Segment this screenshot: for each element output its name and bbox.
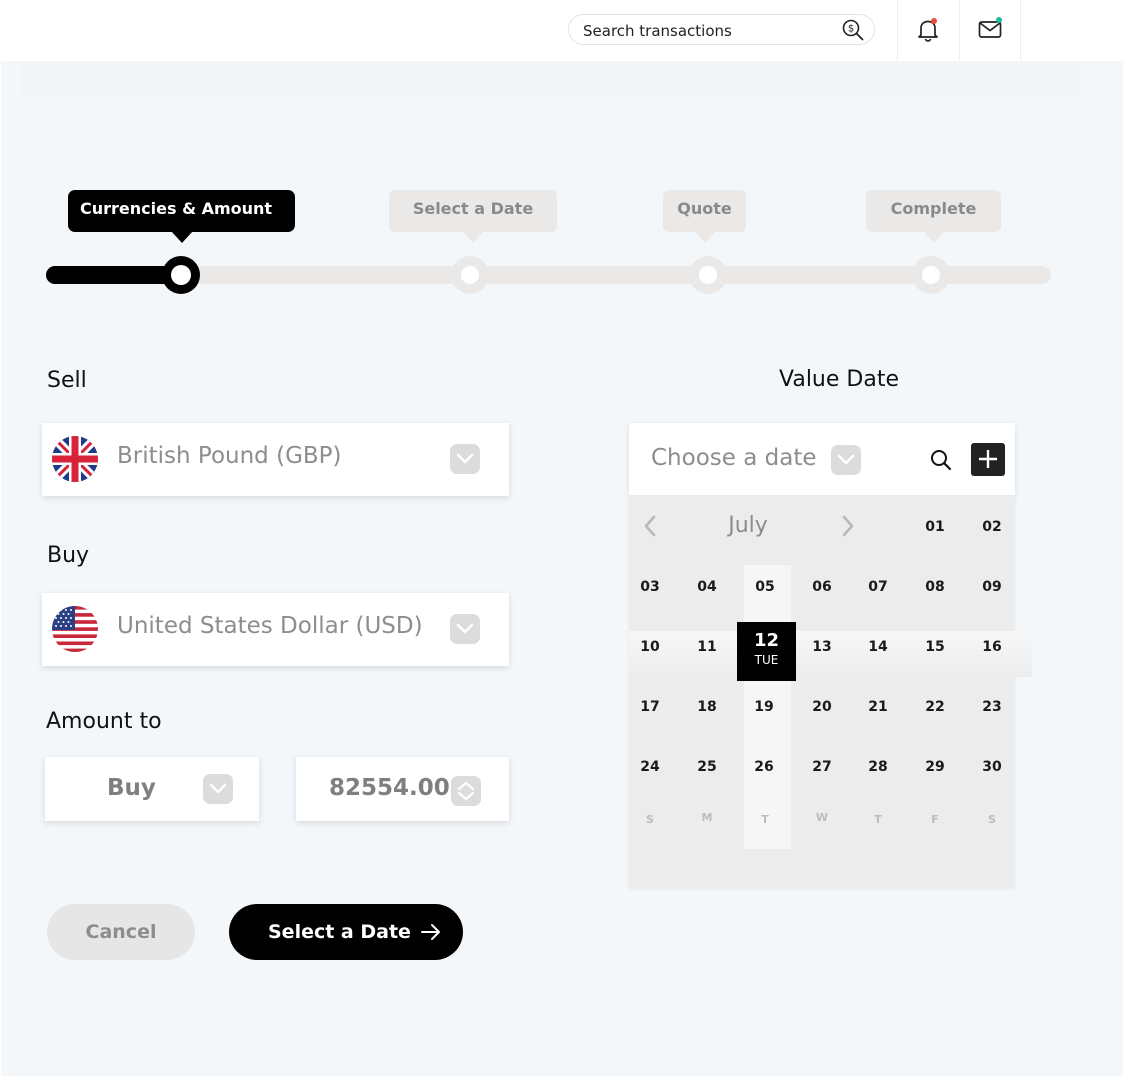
add-button[interactable] [971,443,1005,476]
chevron-down-icon[interactable] [831,445,861,475]
step-label-currencies[interactable]: Currencies & Amount [68,190,295,243]
calendar-selected-day[interactable]: 12 TUE [737,622,796,681]
weekday-label: S [646,813,654,826]
calendar-day[interactable]: 17 [630,699,670,715]
weekday-label: F [931,813,939,826]
calendar-day[interactable]: 08 [915,579,955,595]
select-date-button[interactable]: Select a Date [229,904,463,960]
calendar-day[interactable]: 16 [972,639,1012,655]
calendar-day[interactable]: 30 [972,759,1012,775]
weekday-label: S [988,813,996,826]
value-date-label: Value Date [779,367,899,392]
chevron-down-icon[interactable] [203,774,233,804]
step-label-date[interactable]: Select a Date [389,190,557,243]
calendar-day[interactable]: 20 [802,699,842,715]
search-box[interactable]: $ [568,14,875,45]
cancel-button[interactable]: Cancel [47,904,195,960]
sell-currency-select[interactable]: British Pound (GBP) [42,423,509,496]
search-icon[interactable] [929,448,953,472]
calendar-day[interactable]: 07 [858,579,898,595]
bell-icon [918,20,938,42]
weekday-label: T [761,813,769,826]
calendar-day[interactable]: 26 [744,759,784,775]
calendar-day[interactable]: 06 [802,579,842,595]
weekday-label: T [874,813,882,826]
amount-value: 82554.00 [329,775,450,801]
weekday-label: W [815,811,829,824]
calendar-day[interactable]: 28 [858,759,898,775]
amount-input[interactable]: 82554.00 [296,757,509,821]
calendar-day[interactable]: 24 [630,759,670,775]
calendar-day[interactable]: 19 [744,699,784,715]
message-dot [996,17,1002,23]
amount-label: Amount to [46,709,162,734]
messages-button[interactable] [959,0,1021,61]
uk-flag-icon [52,436,98,482]
step-label-complete[interactable]: Complete [866,190,1001,243]
calendar-month: July [728,513,768,538]
us-flag-icon [52,606,98,652]
calendar-day[interactable]: 21 [858,699,898,715]
calendar-day[interactable]: 18 [687,699,727,715]
calendar-day[interactable]: 13 [802,639,842,655]
sell-currency-value: British Pound (GBP) [117,443,342,469]
calendar-day[interactable]: 15 [915,639,955,655]
chevron-down-icon[interactable] [450,614,480,644]
select-date-button-label: Select a Date [268,921,411,943]
date-picker-input[interactable]: Choose a date [629,423,1015,495]
top-bar: $ [0,0,1123,61]
plus-icon [979,450,997,468]
selected-day-number: 12 [753,630,780,651]
calendar-day[interactable]: 11 [687,639,727,655]
stepper-arrows-icon[interactable] [451,776,481,806]
amount-mode-select[interactable]: Buy [45,757,259,821]
sell-label: Sell [47,368,87,393]
calendar-day[interactable]: 22 [915,699,955,715]
date-placeholder: Choose a date [651,445,817,471]
calendar-day[interactable]: 27 [802,759,842,775]
calendar-panel [629,495,1015,887]
calendar-day[interactable]: 04 [687,579,727,595]
calendar-day[interactable]: 05 [745,579,785,595]
arrow-right-icon [421,924,440,940]
calendar-day[interactable]: 25 [687,759,727,775]
step-label-quote[interactable]: Quote [663,190,746,243]
buy-currency-select[interactable]: United States Dollar (USD) [42,593,509,666]
calendar-day[interactable]: 01 [915,519,955,535]
search-input[interactable] [583,21,833,41]
step-node-date[interactable] [451,256,489,294]
calendar-day[interactable]: 09 [972,579,1012,595]
buy-label: Buy [47,543,90,568]
step-node-currencies[interactable] [162,256,200,294]
step-node-complete[interactable] [912,256,950,294]
calendar-day[interactable]: 23 [972,699,1012,715]
calendar-day[interactable]: 14 [858,639,898,655]
selected-day-weekday: TUE [754,653,779,667]
notification-dot [931,18,937,24]
chevron-left-icon[interactable] [642,514,658,538]
weekday-label: M [701,811,713,824]
calendar-day[interactable]: 03 [630,579,670,595]
notifications-button[interactable] [897,0,959,61]
step-node-quote[interactable] [689,256,727,294]
calendar-day[interactable]: 10 [630,639,670,655]
chevron-right-icon[interactable] [840,514,856,538]
amount-mode-value: Buy [107,775,156,801]
svg-text:$: $ [848,24,854,35]
calendar-day[interactable]: 02 [972,519,1012,535]
chevron-down-icon[interactable] [450,444,480,474]
calendar-day[interactable]: 29 [915,759,955,775]
buy-currency-value: United States Dollar (USD) [117,613,423,639]
money-search-icon[interactable]: $ [841,18,865,42]
